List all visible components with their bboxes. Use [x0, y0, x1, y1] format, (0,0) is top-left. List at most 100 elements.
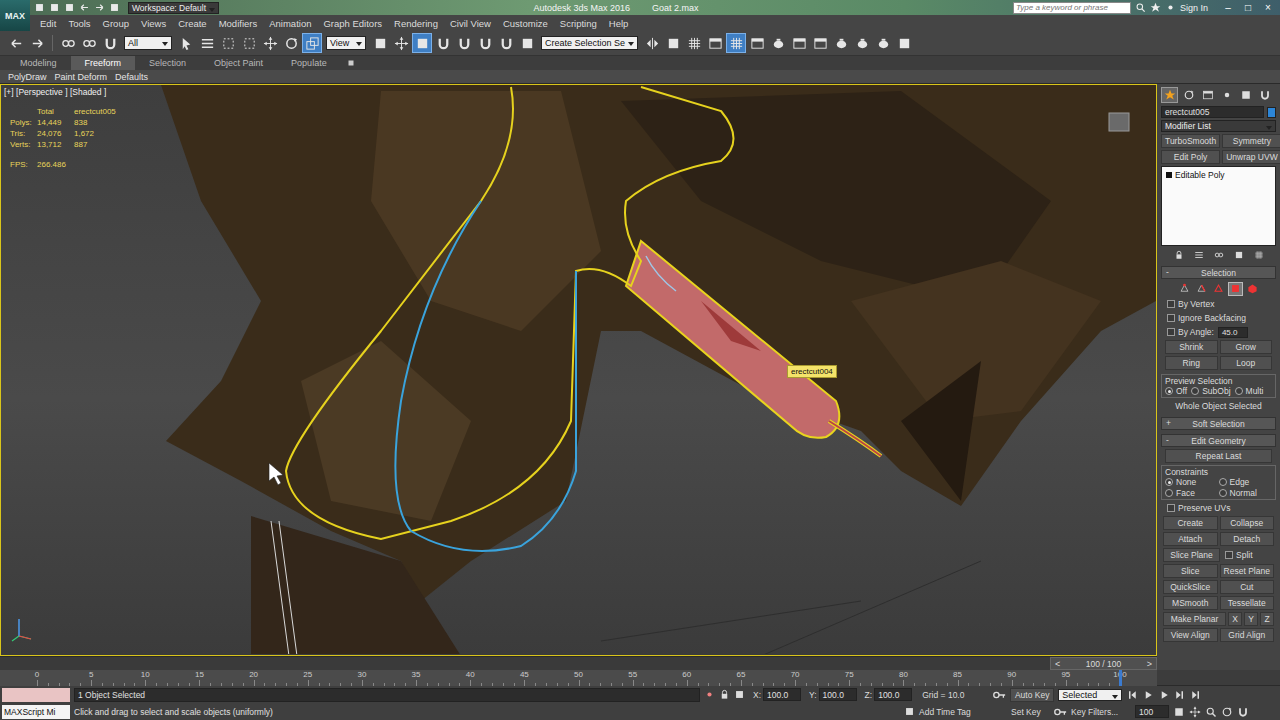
menu-item[interactable]: Views	[135, 18, 172, 29]
rollout-header[interactable]: -Edit Geometry	[1161, 434, 1276, 447]
radio[interactable]	[1191, 387, 1199, 395]
stack-label[interactable]: Editable Poly	[1175, 170, 1225, 180]
magnet-icon[interactable]	[103, 36, 118, 51]
time-tag-icon[interactable]	[904, 706, 915, 717]
grid-icon[interactable]	[687, 36, 702, 51]
rollout-title[interactable]: Selection	[1201, 268, 1236, 278]
ribbon-tab[interactable]: Freeform	[71, 56, 136, 70]
coordinate-field[interactable]: 100.0	[819, 688, 857, 701]
quick-access-icon[interactable]	[64, 2, 75, 13]
key-mode-value[interactable]: Selected	[1062, 690, 1097, 700]
toolbar-button[interactable]	[684, 33, 704, 53]
viewport-nav-icon[interactable]	[1189, 706, 1201, 718]
window-control-button[interactable]: ×	[1260, 2, 1276, 13]
viewport-nav-icon[interactable]	[1205, 706, 1217, 718]
absolute-mode-icon[interactable]	[734, 689, 745, 700]
radio-label[interactable]: Normal	[1230, 488, 1257, 498]
radio-label[interactable]: Multi	[1246, 386, 1264, 396]
checkbox[interactable]	[1225, 551, 1233, 559]
modifier-list[interactable]: Modifier List	[1161, 120, 1276, 132]
link-icon[interactable]	[61, 36, 76, 51]
radio[interactable]	[1165, 478, 1173, 486]
radio[interactable]	[1219, 489, 1227, 497]
radio[interactable]	[1165, 489, 1173, 497]
toolbar-button[interactable]	[281, 33, 301, 53]
option-label[interactable]: Split	[1236, 550, 1253, 560]
rollout-toggle[interactable]: +	[1166, 418, 1171, 428]
playback-icon[interactable]	[1174, 689, 1186, 701]
ribbon-tool[interactable]: PolyDraw	[8, 72, 47, 82]
box-icon[interactable]	[520, 36, 535, 51]
panel-tab-icon[interactable]	[1259, 89, 1271, 101]
search-field[interactable]	[1013, 2, 1131, 14]
modifier-list-label[interactable]: Modifier List	[1165, 121, 1211, 131]
box-icon[interactable]	[415, 36, 430, 51]
sign-in-link[interactable]: Sign In	[1180, 3, 1208, 13]
panel-tab-icon[interactable]	[1183, 89, 1195, 101]
modifier-button[interactable]: Edit Poly	[1161, 150, 1220, 164]
angle-value[interactable]: 45.0	[1222, 328, 1238, 337]
panel-tab[interactable]	[1180, 87, 1197, 103]
listener-input[interactable]: MAXScript Mi	[2, 705, 70, 719]
subobject-button[interactable]	[1228, 282, 1243, 296]
radio-label[interactable]: None	[1176, 477, 1196, 487]
viewport-nav-icon[interactable]	[1173, 706, 1185, 718]
geometry-button[interactable]: View Align	[1163, 628, 1218, 642]
lines-icon[interactable]	[200, 36, 215, 51]
selection-button[interactable]: Loop	[1220, 356, 1273, 370]
split-option[interactable]: Split	[1222, 548, 1274, 562]
workspace-label[interactable]: Workspace: Default	[132, 3, 206, 13]
geometry-button[interactable]: Collapse	[1220, 516, 1275, 530]
toolbar-button[interactable]	[475, 33, 495, 53]
radio[interactable]	[1165, 387, 1173, 395]
toolbar-dropdown[interactable]: Create Selection Se	[541, 36, 638, 50]
set-key-icon[interactable]	[1053, 705, 1067, 719]
geometry-button[interactable]: X	[1228, 612, 1242, 626]
subobject-button[interactable]	[1245, 282, 1260, 296]
quick-access-icon[interactable]	[49, 2, 60, 13]
coordinate-value[interactable]: 100.0	[767, 690, 788, 700]
tab-label[interactable]: Freeform	[85, 58, 122, 68]
coordinate-value[interactable]: 100.0	[823, 690, 844, 700]
menu-item[interactable]: Customize	[497, 18, 554, 29]
toolbar-button[interactable]	[302, 33, 322, 53]
box-icon[interactable]	[897, 36, 912, 51]
coordinate-field[interactable]: 100.0	[763, 688, 801, 701]
key-mode-dropdown[interactable]: Selected	[1058, 689, 1122, 701]
menu-item[interactable]: Scripting	[554, 18, 603, 29]
subobject-border-icon[interactable]	[1213, 283, 1224, 294]
constraint-option[interactable]: Edge	[1219, 477, 1273, 487]
viewport-label[interactable]: [+] [Perspective ] [Shaded ]	[4, 87, 106, 97]
toolbar-button[interactable]	[218, 33, 238, 53]
checkbox[interactable]	[1167, 504, 1175, 512]
panel-tab[interactable]	[1256, 87, 1273, 103]
toolbar-button[interactable]	[789, 33, 809, 53]
angle-field[interactable]: 45.0	[1218, 327, 1248, 338]
geometry-button[interactable]: Make Planar	[1163, 612, 1226, 626]
window-control-button[interactable]: □	[1240, 2, 1256, 13]
toolbar-button[interactable]	[79, 33, 99, 53]
checkbox[interactable]	[1167, 300, 1175, 308]
timeline-ruler[interactable]: 0510152025303540455055606570758085909510…	[0, 670, 1157, 686]
selection-option[interactable]: Ignore Backfacing	[1161, 312, 1276, 324]
preview-option[interactable]: SubObj	[1191, 386, 1230, 396]
selection-button[interactable]: Shrink	[1165, 340, 1218, 354]
checkbox[interactable]	[1167, 328, 1175, 336]
geometry-button[interactable]: Grid Align	[1220, 628, 1275, 642]
radio[interactable]	[1235, 387, 1243, 395]
toolbar-button[interactable]	[454, 33, 474, 53]
radio-label[interactable]: Face	[1176, 488, 1195, 498]
geometry-button[interactable]: Slice Plane	[1163, 548, 1220, 562]
subobject-button[interactable]	[1211, 282, 1226, 296]
menu-item[interactable]: Group	[97, 18, 135, 29]
modifier-button[interactable]: Symmetry	[1222, 134, 1280, 148]
favorites-icon[interactable]	[1150, 2, 1161, 13]
radio[interactable]	[1219, 478, 1227, 486]
rollout-toggle[interactable]: -	[1166, 435, 1169, 445]
set-key-button[interactable]: Set Key	[1011, 707, 1049, 717]
toolbar-button[interactable]	[663, 33, 683, 53]
toolbar-button[interactable]	[412, 33, 432, 53]
toolbar-button[interactable]	[176, 33, 196, 53]
rollout-toggle[interactable]: -	[1166, 267, 1169, 277]
ribbon-tab[interactable]: Modeling	[6, 56, 71, 70]
